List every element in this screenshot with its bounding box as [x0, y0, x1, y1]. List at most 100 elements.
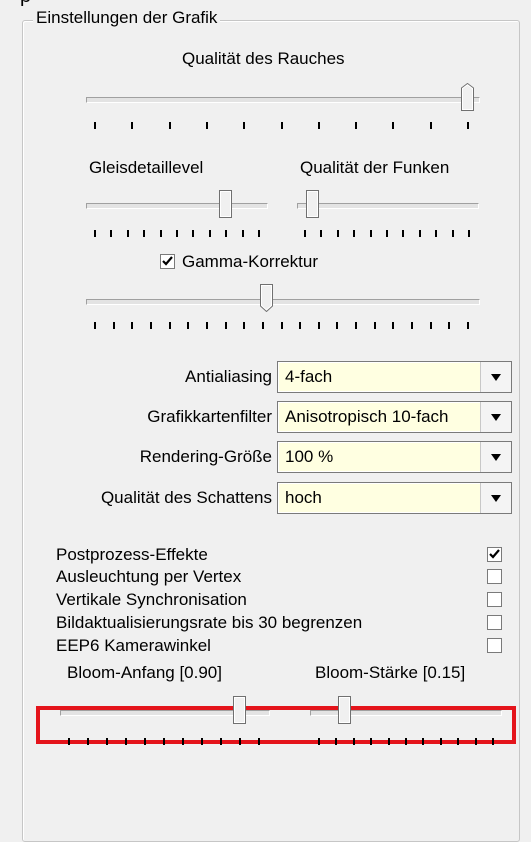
- gpu-filter-value: Anisotropisch 10-fach: [279, 403, 480, 431]
- antialiasing-dropdown-button[interactable]: [480, 362, 511, 392]
- option-eep6-camera-label: EEP6 Kamerawinkel: [56, 636, 211, 655]
- slider-tick: [317, 322, 320, 329]
- slider-tick: [336, 230, 339, 237]
- slider-tick: [467, 122, 469, 129]
- slider-tick: [243, 122, 246, 129]
- antialiasing-select[interactable]: 4-fach: [277, 361, 512, 393]
- render-size-value: 100 %: [279, 443, 480, 471]
- slider-tick: [370, 738, 373, 745]
- slider-tick: [429, 122, 432, 129]
- slider-tick: [355, 122, 358, 129]
- shadow-quality-value: hoch: [279, 484, 480, 512]
- slider-tick: [336, 322, 339, 329]
- partial-top-text: p: [20, 0, 31, 6]
- slider-tick: [468, 230, 470, 237]
- gpu-filter-dropdown-button[interactable]: [480, 402, 511, 432]
- option-fps-limit-checkbox[interactable]: [487, 615, 502, 630]
- slider-ticks: [0, 738, 531, 748]
- slider-ticks: [0, 322, 531, 332]
- track-detail-label: Gleisdetaillevel: [89, 158, 204, 177]
- option-postprocess-label: Postprozess-Effekte: [56, 545, 208, 564]
- slider-thumb[interactable]: [219, 190, 238, 218]
- slider-track[interactable]: [86, 203, 268, 209]
- slider-tick: [304, 230, 306, 237]
- shadow-quality-dropdown-button[interactable]: [480, 483, 511, 513]
- slider-track[interactable]: [297, 203, 479, 209]
- slider-tick: [149, 322, 152, 329]
- option-eep6-camera-checkbox[interactable]: [487, 638, 502, 653]
- slider-tick: [411, 322, 414, 329]
- slider-thumb[interactable]: [461, 82, 474, 111]
- slider-tick: [429, 322, 432, 329]
- render-size-dropdown-button[interactable]: [480, 442, 511, 472]
- antialiasing-value: 4-fach: [279, 363, 480, 391]
- slider-tick: [492, 738, 494, 745]
- slider-tick: [435, 230, 438, 237]
- shadow-quality-select[interactable]: hoch: [277, 482, 512, 514]
- slider-tick: [353, 230, 356, 237]
- slider-tick: [299, 322, 302, 329]
- option-postprocess-checkbox[interactable]: [487, 547, 502, 562]
- slider-tick: [187, 322, 190, 329]
- smoke-quality-label: Qualität des Rauches: [182, 49, 345, 68]
- group-title: Einstellungen der Grafik: [33, 8, 221, 28]
- render-size-select[interactable]: 100 %: [277, 441, 512, 473]
- slider-tick: [392, 322, 395, 329]
- slider-track[interactable]: [86, 299, 480, 305]
- slider-tick: [94, 322, 96, 329]
- option-vsync-label: Vertikale Synchronisation: [56, 590, 247, 609]
- chevron-down-icon: [491, 374, 501, 381]
- chevron-down-icon: [491, 454, 501, 461]
- slider-tick: [317, 122, 320, 129]
- slider-tick: [320, 230, 323, 237]
- bloom-start-label: Bloom-Anfang [0.90]: [67, 663, 222, 682]
- option-vsync-checkbox[interactable]: [487, 592, 502, 607]
- slider-tick: [474, 738, 477, 745]
- gamma-label: Gamma-Korrektur: [182, 252, 319, 271]
- slider-tick: [448, 322, 451, 329]
- slider-tick: [355, 322, 358, 329]
- slider-tick: [402, 230, 405, 237]
- slider-tick: [352, 738, 355, 745]
- slider-tick: [369, 230, 372, 237]
- slider-tick: [467, 322, 469, 329]
- slider-tick: [373, 322, 376, 329]
- slider-tick: [422, 738, 425, 745]
- slider-tick: [386, 230, 388, 237]
- slider-thumb[interactable]: [259, 284, 273, 313]
- slider-tick: [131, 122, 134, 129]
- slider-tick: [392, 122, 395, 129]
- slider-thumb[interactable]: [233, 696, 251, 724]
- slider-tick: [168, 322, 171, 329]
- slider-tick: [457, 738, 460, 745]
- slider-track[interactable]: [86, 97, 480, 103]
- bloom-strength-label: Bloom-Stärke [0.15]: [315, 663, 466, 682]
- slider-tick: [387, 738, 390, 745]
- slider-thumb[interactable]: [333, 696, 352, 724]
- slider-ticks: [0, 230, 531, 240]
- option-fps-limit-label: Bildaktualisierungsrate bis 30 begrenzen: [56, 613, 363, 632]
- slider-tick: [112, 322, 115, 329]
- checkmark-icon: [489, 549, 500, 559]
- chevron-down-icon: [491, 414, 501, 421]
- gpu-filter-select[interactable]: Anisotropisch 10-fach: [277, 401, 512, 433]
- render-size-label: Rendering-Größe: [139, 447, 272, 466]
- slider-tick: [131, 322, 134, 329]
- checkmark-icon: [162, 256, 173, 266]
- slider-tick: [280, 122, 283, 129]
- gamma-checkbox[interactable]: [160, 254, 175, 269]
- gpu-filter-label: Grafikkartenfilter: [147, 407, 272, 426]
- slider-tick: [94, 122, 96, 129]
- slider-tick: [224, 322, 227, 329]
- chevron-down-icon: [491, 495, 501, 502]
- spark-quality-label: Qualität der Funken: [300, 158, 450, 177]
- slider-tick: [280, 322, 283, 329]
- option-vertex-lighting-label: Ausleuchtung per Vertex: [56, 567, 242, 586]
- slider-tick: [261, 322, 264, 329]
- shadow-quality-label: Qualität des Schattens: [100, 488, 272, 507]
- slider-thumb[interactable]: [301, 190, 320, 218]
- option-vertex-lighting-checkbox[interactable]: [487, 569, 502, 584]
- slider-tick: [439, 738, 442, 745]
- slider-tick: [418, 230, 421, 237]
- slider-tick: [335, 738, 338, 745]
